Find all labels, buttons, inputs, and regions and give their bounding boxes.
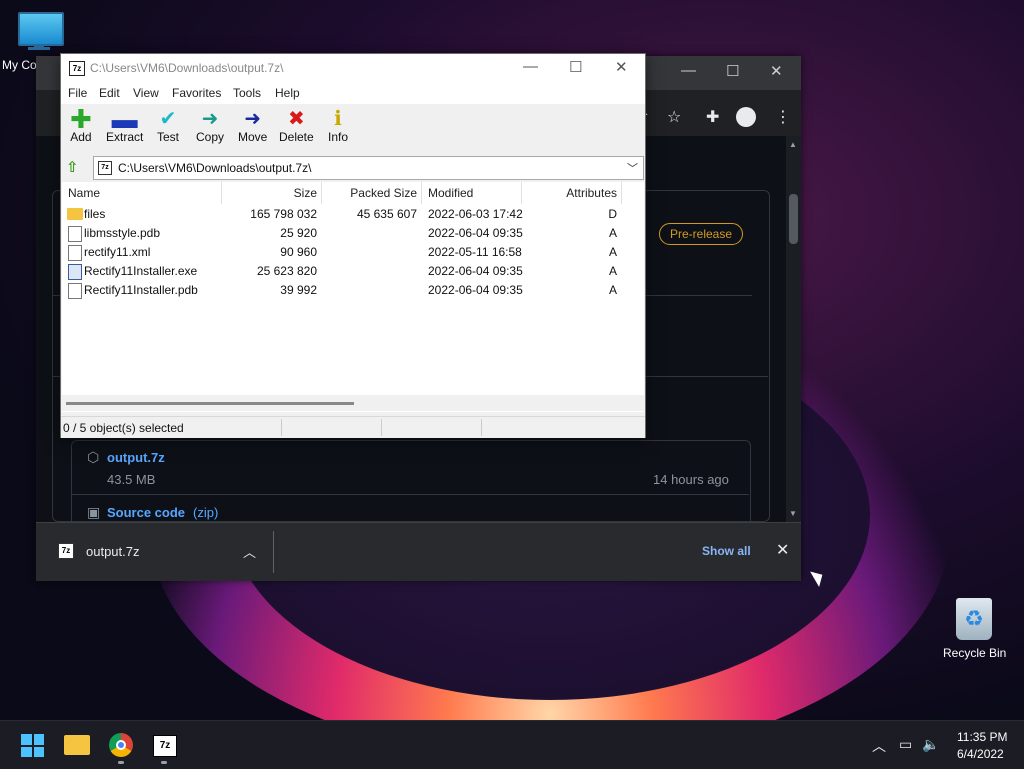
7z-file-icon: 7z xyxy=(58,543,74,559)
menu-edit[interactable]: Edit xyxy=(99,86,120,100)
extract-button[interactable]: ▬ Extract xyxy=(106,104,143,144)
show-all-button[interactable]: Show all xyxy=(702,544,751,558)
file-icon xyxy=(68,226,82,242)
clock-time[interactable]: 11:35 PM xyxy=(957,730,1007,744)
table-row[interactable]: files 165 798 032 45 635 607 2022-06-03 … xyxy=(62,205,644,224)
address-input[interactable]: 7z C:\Users\VM6\Downloads\output.7z\ ﹀ xyxy=(93,156,644,180)
monitor-icon xyxy=(18,12,64,46)
x-icon: ✖ xyxy=(287,108,305,130)
column-packed-size[interactable]: Packed Size xyxy=(322,182,422,204)
menu-view[interactable]: View xyxy=(133,86,159,100)
recycle-bin-icon: ♻ xyxy=(956,598,992,640)
copy-button[interactable]: ➜ Copy xyxy=(196,108,224,144)
prerelease-badge: Pre-release xyxy=(659,223,744,245)
menu-favorites[interactable]: Favorites xyxy=(172,86,221,100)
source-code-format[interactable]: (zip) xyxy=(193,505,218,520)
selection-status: 0 / 5 object(s) selected xyxy=(63,421,184,435)
table-row[interactable]: Rectify11Installer.exe 25 623 820 2022-0… xyxy=(62,262,644,281)
folder-up-icon[interactable]: ⇧ xyxy=(66,158,84,176)
source-code-link[interactable]: Source code xyxy=(107,505,185,520)
clock-date[interactable]: 6/4/2022 xyxy=(957,747,1004,761)
volume-icon[interactable]: 🔈 xyxy=(922,736,939,753)
scroll-up-icon[interactable]: ▲ xyxy=(789,140,797,149)
7zip-running-indicator xyxy=(161,761,167,764)
window-title: C:\Users\VM6\Downloads\output.7z\ xyxy=(90,61,284,75)
maximize-icon[interactable]: ☐ xyxy=(569,58,582,76)
asset-link[interactable]: output.7z xyxy=(107,450,165,465)
my-computer-label: My Co xyxy=(2,58,37,72)
xml-file-icon xyxy=(68,245,82,261)
file-explorer-icon[interactable] xyxy=(64,735,90,755)
download-bar: 7z output.7z ︿ Show all ✕ xyxy=(36,522,801,581)
chrome-running-indicator xyxy=(118,761,124,764)
plus-icon: ✚ xyxy=(70,104,92,134)
star-icon[interactable]: ☆ xyxy=(667,107,681,127)
file-list: Name Size Packed Size Modified Attribute… xyxy=(62,182,644,412)
file-icon xyxy=(68,283,82,299)
start-button[interactable] xyxy=(21,734,44,757)
horizontal-scroll-thumb[interactable] xyxy=(66,402,354,405)
profile-avatar[interactable] xyxy=(736,107,756,127)
column-size[interactable]: Size xyxy=(222,182,322,204)
maximize-icon[interactable]: ☐ xyxy=(726,62,739,80)
table-row[interactable]: libmsstyle.pdb 25 920 2022-06-04 09:35 A xyxy=(62,224,644,243)
7zip-app-icon: 7z xyxy=(69,61,85,76)
toolbar: ✚ Add ▬ Extract ✔ Test ➜ Copy ➜ Move ✖ D… xyxy=(61,104,645,155)
add-button[interactable]: ✚ Add xyxy=(70,104,92,144)
column-modified[interactable]: Modified xyxy=(422,182,522,204)
menu-file[interactable]: File xyxy=(68,86,87,100)
arrow-right-icon: ➜ xyxy=(201,108,219,130)
asset-size: 43.5 MB xyxy=(107,472,156,487)
check-icon: ✔ xyxy=(159,108,177,130)
info-button[interactable]: ℹ Info xyxy=(328,108,348,144)
test-button[interactable]: ✔ Test xyxy=(157,108,179,144)
asset-time: 14 hours ago xyxy=(653,472,729,487)
minus-icon: ▬ xyxy=(111,104,138,134)
menu-tools[interactable]: Tools xyxy=(233,86,261,100)
delete-button[interactable]: ✖ Delete xyxy=(279,108,314,144)
package-icon: ⬡ xyxy=(87,449,100,465)
folder-icon xyxy=(67,208,83,220)
table-row[interactable]: Rectify11Installer.pdb 39 992 2022-06-04… xyxy=(62,281,644,300)
info-icon: ℹ xyxy=(334,108,342,130)
close-icon[interactable]: ✕ xyxy=(615,58,628,76)
column-attributes[interactable]: Attributes xyxy=(522,182,622,204)
address-text: C:\Users\VM6\Downloads\output.7z\ xyxy=(118,161,312,175)
column-name[interactable]: Name xyxy=(62,182,222,204)
arrow-right-icon: ➜ xyxy=(244,108,262,130)
chevron-down-icon[interactable]: ﹀ xyxy=(627,160,638,176)
chevron-up-icon[interactable]: ︿ xyxy=(872,736,886,756)
minimize-icon[interactable]: — xyxy=(681,62,696,79)
menu-bar: File Edit View Favorites Tools Help xyxy=(61,82,645,104)
page-scroll-thumb[interactable] xyxy=(789,194,798,244)
move-button[interactable]: ➜ Move xyxy=(238,108,267,144)
close-icon[interactable]: ✕ xyxy=(776,540,789,560)
exe-file-icon xyxy=(68,264,82,280)
file-zip-icon: ▣ xyxy=(87,504,101,520)
address-bar: ⇧ 7z C:\Users\VM6\Downloads\output.7z\ ﹀ xyxy=(61,154,645,182)
horizontal-scrollbar[interactable] xyxy=(62,395,644,411)
extensions-icon[interactable]: ✚ xyxy=(706,107,719,127)
7z-file-icon: 7z xyxy=(98,161,112,175)
network-icon[interactable]: ▭ xyxy=(899,736,912,753)
menu-icon[interactable]: ⋮ xyxy=(775,107,791,127)
7zip-window: 7z C:\Users\VM6\Downloads\output.7z\ — ☐… xyxy=(60,53,646,438)
download-item[interactable]: output.7z xyxy=(86,544,140,559)
menu-help[interactable]: Help xyxy=(275,86,300,100)
7zip-taskbar-icon[interactable]: 7z xyxy=(153,735,177,757)
minimize-icon[interactable]: — xyxy=(523,58,538,75)
recycle-bin-label: Recycle Bin xyxy=(943,646,1007,660)
status-bar: 0 / 5 object(s) selected xyxy=(61,416,645,438)
scroll-down-icon[interactable]: ▼ xyxy=(789,509,797,518)
table-row[interactable]: rectify11.xml 90 960 2022-05-11 16:58 A xyxy=(62,243,644,262)
taskbar: 7z ︿ ▭ 🔈 11:35 PM 6/4/2022 xyxy=(0,720,1024,769)
7zip-titlebar[interactable]: 7z C:\Users\VM6\Downloads\output.7z\ — ☐… xyxy=(61,54,645,82)
chevron-up-icon[interactable]: ︿ xyxy=(243,542,256,561)
close-icon[interactable]: ✕ xyxy=(770,62,783,80)
